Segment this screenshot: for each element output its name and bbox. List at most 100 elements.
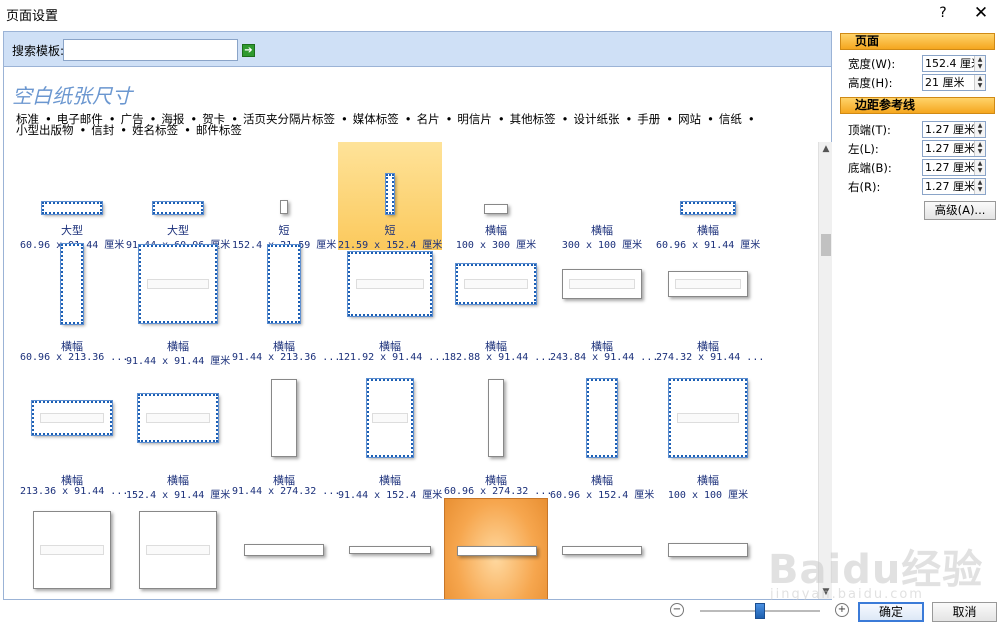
bottom-margin-label: 底端(B): [848, 161, 892, 175]
height-field[interactable]: 21 厘米 ▲ ▼ [922, 74, 986, 91]
bottom-margin-value: 1.27 厘米 [925, 161, 975, 174]
template-tile[interactable]: 横幅 182.88 x 91.44 ... [444, 232, 553, 366]
bottom-margin-field[interactable]: 1.27 厘米 ▲ ▼ [922, 159, 986, 176]
template-tile[interactable]: 横幅 121.92 x 91.44 ... [338, 232, 447, 366]
template-tile[interactable]: 横幅 91.44 x 152.4 厘米 [338, 366, 442, 501]
search-input[interactable] [63, 39, 238, 61]
search-go-icon[interactable]: ➔ [242, 44, 255, 57]
template-size: 243.84 x 91.44 ... [550, 352, 659, 363]
category-separator: • [340, 112, 348, 126]
template-size: 182.88 x 91.44 ... [444, 352, 553, 363]
advanced-button[interactable]: 高级(A)... [924, 201, 996, 220]
top-margin-spin-icon[interactable]: ▲ ▼ [974, 122, 985, 137]
template-preview [20, 142, 124, 220]
template-size: 274.32 x 91.44 ... [656, 352, 765, 363]
template-size: 213.36 x 91.44 ... [20, 486, 129, 497]
margins-section-header[interactable]: 边距参考线 [840, 97, 995, 114]
width-field[interactable]: 152.4 厘米 ▲ ▼ [922, 55, 986, 72]
category-separator: • [404, 112, 412, 126]
template-tile[interactable]: 横幅 274.32 x 91.44 ... [656, 232, 765, 366]
template-preview [232, 498, 336, 599]
width-label: 宽度(W): [848, 57, 896, 71]
category-links: 标准 • 电子邮件 • 广告 • 海报 • 贺卡 • 活页夹分隔片标签 • 媒体标签 • 名片 • 明信片 • 其他… [16, 112, 816, 137]
template-tile[interactable]: 横幅200 x 200 厘米 [20, 498, 124, 599]
template-preview [126, 232, 230, 336]
category-separator: • [120, 123, 128, 137]
template-tile[interactable]: 横幅152.4 x 27.94 厘米 [656, 498, 760, 599]
footer-bar [0, 600, 1000, 626]
zoom-slider-thumb[interactable] [755, 603, 765, 619]
template-grid: 大型60.96 x 91.44 厘米大型91.44 x 60.96 厘米短152… [4, 142, 820, 599]
category-link[interactable]: 小型出版物 [16, 123, 74, 137]
help-button[interactable]: ? [928, 2, 958, 24]
template-preview [656, 142, 760, 220]
ok-button[interactable]: 确定 [858, 602, 924, 622]
top-margin-field[interactable]: 1.27 厘米 ▲ ▼ [922, 121, 986, 138]
template-tile[interactable]: 横幅182.88 x 27.94 ... [232, 498, 336, 599]
scroll-up-icon[interactable]: ▲ [819, 142, 833, 156]
category-link[interactable]: 手册 [637, 112, 660, 126]
template-preview [550, 232, 654, 336]
template-tile[interactable]: 横幅304.8 x 21.59 厘米 [338, 498, 442, 599]
template-size: 121.92 x 91.44 ... [338, 352, 447, 363]
template-tile[interactable]: 横幅 91.44 x 91.44 厘米 [126, 232, 230, 367]
scroll-thumb[interactable] [821, 234, 831, 256]
template-tile[interactable]: 横幅 91.44 x 213.36 ... [232, 232, 341, 366]
template-preview [338, 232, 442, 336]
left-margin-field[interactable]: 1.27 厘米 ▲ ▼ [922, 140, 986, 157]
category-separator: • [666, 112, 674, 126]
template-preview [126, 366, 230, 470]
category-link[interactable]: 设计纸张 [573, 112, 619, 126]
right-margin-field[interactable]: 1.27 厘米 ▲ ▼ [922, 178, 986, 195]
category-link[interactable]: 姓名标签 [132, 123, 178, 137]
height-value: 21 厘米 [925, 76, 965, 89]
width-spin-icon[interactable]: ▲ ▼ [974, 56, 985, 71]
category-link[interactable]: 活页夹分隔片标签 [243, 112, 335, 126]
right-margin-spin-icon[interactable]: ▲ ▼ [974, 179, 985, 194]
template-tile[interactable]: 横幅 152.4 x 91.44 厘米 [126, 366, 230, 501]
template-tile[interactable]: 横幅 91.44 x 274.32 ... [232, 366, 340, 500]
template-tile[interactable]: 横幅243.84 x 21.59 ... [550, 498, 654, 599]
template-preview [20, 498, 124, 599]
category-link[interactable]: 信纸 [719, 112, 742, 126]
template-tile[interactable]: 横幅 60.96 x 152.4 厘米 [550, 366, 654, 501]
left-margin-spin-icon[interactable]: ▲ ▼ [974, 141, 985, 156]
close-button[interactable]: ✕ [966, 2, 996, 24]
category-separator: • [184, 123, 191, 137]
right-margin-value: 1.27 厘米 [925, 180, 975, 193]
template-tile[interactable]: 横幅 100 x 100 厘米 [656, 366, 760, 501]
category-link[interactable]: 其他标签 [510, 112, 556, 126]
template-panel: 搜索模板: ➔ 空白纸张尺寸 标准 • 电子邮件 • 广告 • 海报 • 贺卡 • 活页夹分隔片标签… [3, 31, 832, 600]
template-size: 91.44 x 213.36 ... [232, 352, 341, 363]
category-link[interactable]: 信封 [91, 123, 114, 137]
category-link[interactable]: 明信片 [457, 112, 492, 126]
category-link[interactable]: 网站 [678, 112, 701, 126]
settings-panel: 页面 宽度(W): 152.4 厘米 ▲ ▼ 高度(H): 21 厘米 ▲ ▼ 边距参考… [840, 31, 996, 199]
height-label: 高度(H): [848, 76, 893, 90]
template-preview [20, 232, 124, 336]
template-preview [444, 142, 548, 220]
template-tile[interactable]: 横幅 60.96 x 213.36 ... [20, 232, 129, 366]
template-tile[interactable]: 横幅 243.84 x 91.44 ... [550, 232, 659, 366]
zoom-in-icon[interactable]: + [835, 603, 849, 617]
template-tile[interactable]: 横幅152.4 x 21 厘米 [444, 498, 548, 599]
search-bar: 搜索模板: ➔ [4, 32, 831, 67]
template-tile[interactable]: 横幅300 x 300 厘米 [126, 498, 230, 599]
template-tile[interactable]: 横幅 60.96 x 274.32 ... [444, 366, 552, 500]
template-preview [20, 366, 124, 470]
template-preview [656, 366, 760, 470]
zoom-out-icon[interactable]: − [670, 603, 684, 617]
template-tile[interactable]: 横幅 213.36 x 91.44 ... [20, 366, 129, 500]
height-spin-icon[interactable]: ▲ ▼ [974, 75, 985, 90]
template-size: 60.96 x 213.36 ... [20, 352, 129, 363]
page-section-header[interactable]: 页面 [840, 33, 995, 50]
window-title: 页面设置 [6, 9, 59, 24]
bottom-margin-spin-icon[interactable]: ▲ ▼ [974, 160, 985, 175]
cancel-button[interactable]: 取消 [932, 602, 997, 622]
category-link[interactable]: 名片 [417, 112, 440, 126]
gallery-heading: 空白纸张尺寸 [12, 84, 132, 108]
category-link[interactable]: 媒体标签 [353, 112, 399, 126]
category-link[interactable]: 邮件标签 [196, 123, 242, 137]
template-preview [232, 142, 336, 220]
category-separator: • [707, 112, 714, 126]
